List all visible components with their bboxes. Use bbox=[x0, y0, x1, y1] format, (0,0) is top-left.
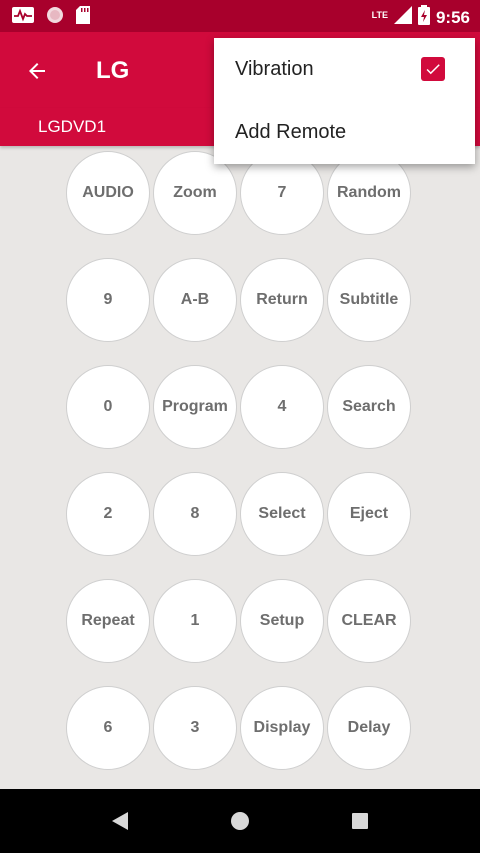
network-label: LTE bbox=[371, 9, 388, 20]
signal-icon bbox=[393, 6, 412, 29]
remote-key-button[interactable]: Search bbox=[327, 365, 411, 449]
remote-key-button[interactable]: Repeat bbox=[66, 579, 150, 663]
remote-key-button[interactable]: 1 bbox=[153, 579, 237, 663]
menu-item-vibration[interactable]: Vibration bbox=[214, 38, 475, 101]
battery-charging-icon bbox=[417, 5, 430, 30]
status-time: 9:56 bbox=[435, 7, 470, 27]
back-nav-button[interactable] bbox=[108, 809, 132, 833]
remote-key-button[interactable]: 2 bbox=[66, 472, 150, 556]
remote-key-button[interactable]: 9 bbox=[66, 258, 150, 342]
app-title: LG bbox=[96, 57, 130, 84]
menu-item-add-remote[interactable]: Add Remote bbox=[214, 101, 475, 164]
remote-key-button[interactable]: Subtitle bbox=[327, 258, 411, 342]
remote-key-button[interactable]: CLEAR bbox=[327, 579, 411, 663]
home-nav-button[interactable] bbox=[228, 809, 252, 833]
vibration-checkbox[interactable] bbox=[421, 57, 445, 81]
remote-key-button[interactable]: 8 bbox=[153, 472, 237, 556]
navigation-bar bbox=[0, 789, 480, 853]
remote-key-button[interactable]: Setup bbox=[240, 579, 324, 663]
overflow-menu: Vibration Add Remote bbox=[214, 38, 475, 164]
remote-key-button[interactable]: AUDIO bbox=[66, 151, 150, 235]
device-name: LGDVD1 bbox=[38, 117, 107, 136]
remote-key-button[interactable]: Return bbox=[240, 258, 324, 342]
circle-icon bbox=[46, 6, 64, 29]
triangle-back-icon bbox=[112, 812, 128, 830]
activity-icon bbox=[12, 7, 34, 28]
remote-key-button[interactable]: 3 bbox=[153, 686, 237, 770]
status-right: LTE 9:56 bbox=[372, 5, 470, 30]
remote-key-button[interactable]: Eject bbox=[327, 472, 411, 556]
remote-key-button[interactable]: 0 bbox=[66, 365, 150, 449]
home-circle-icon bbox=[231, 812, 249, 830]
remote-key-button[interactable]: Select bbox=[240, 472, 324, 556]
remote-key-button[interactable]: Display bbox=[240, 686, 324, 770]
menu-item-label: Vibration bbox=[235, 58, 314, 80]
remote-key-button[interactable]: Program bbox=[153, 365, 237, 449]
back-button[interactable] bbox=[20, 54, 54, 88]
remote-key-button[interactable]: 6 bbox=[66, 686, 150, 770]
remote-key-button[interactable]: 4 bbox=[240, 365, 324, 449]
menu-item-label: Add Remote bbox=[235, 121, 347, 143]
square-recents-icon bbox=[352, 813, 368, 829]
status-left bbox=[12, 6, 90, 29]
recents-nav-button[interactable] bbox=[348, 809, 372, 833]
arrow-back-icon bbox=[29, 63, 45, 79]
status-bar: LTE 9:56 bbox=[0, 0, 480, 32]
sd-card-icon bbox=[76, 6, 90, 29]
check-icon bbox=[426, 64, 440, 75]
remote-key-button[interactable]: A-B bbox=[153, 258, 237, 342]
remote-key-button[interactable]: Delay bbox=[327, 686, 411, 770]
